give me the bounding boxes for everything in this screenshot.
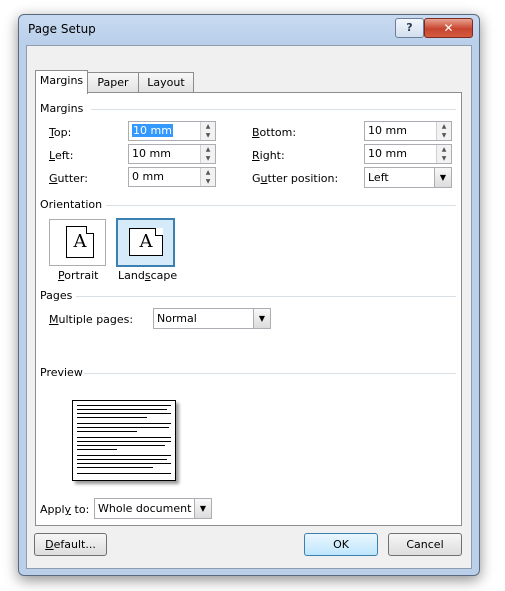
multiple-pages-value: Normal	[157, 312, 197, 325]
top-label: Top:	[49, 126, 72, 139]
help-button[interactable]: ?	[395, 18, 424, 38]
multiple-pages-label: Multiple pages:	[49, 313, 134, 326]
preview-group-title: Preview	[40, 366, 83, 379]
tab-layout[interactable]: Layout	[138, 72, 194, 93]
portrait-option[interactable]: A	[49, 219, 106, 266]
close-icon: ✕	[443, 21, 454, 35]
page-preview	[72, 400, 176, 481]
ok-button[interactable]: OK	[304, 533, 378, 556]
portrait-label: Portrait	[58, 269, 99, 282]
apply-to-select[interactable]: Whole document ▼	[94, 498, 212, 519]
close-button[interactable]: ✕	[424, 18, 473, 38]
preview-group-divider	[84, 373, 456, 374]
tab-margins[interactable]: Margins	[35, 70, 88, 94]
dialog-client: Margins Paper Layout Margins Top: 10 mm …	[26, 45, 472, 569]
left-label: Left:	[49, 149, 74, 162]
pages-group-title: Pages	[40, 289, 73, 302]
spin-down-icon[interactable]: ▼	[437, 131, 451, 140]
margins-group-title: Margins	[40, 102, 84, 115]
spin-up-icon[interactable]: ▲	[437, 145, 451, 154]
chevron-down-icon[interactable]: ▼	[253, 309, 270, 328]
pages-group-divider	[76, 296, 456, 297]
right-margin-spinner[interactable]: 10 mm ▲ ▼	[364, 144, 452, 164]
chevron-down-icon[interactable]: ▼	[194, 499, 211, 518]
apply-to-label: Apply to:	[40, 503, 90, 516]
landscape-option[interactable]: A	[116, 218, 175, 267]
landscape-page-icon: A	[129, 228, 163, 256]
bottom-margin-spinner[interactable]: 10 mm ▲ ▼	[364, 121, 452, 141]
default-button[interactable]: Default...	[34, 533, 107, 556]
right-margin-value: 10 mm	[368, 147, 407, 160]
gutter-position-select[interactable]: Left ▼	[364, 167, 452, 188]
page-setup-dialog: Page Setup ? ✕ Margins Paper Layout Marg…	[18, 14, 480, 576]
spin-down-icon[interactable]: ▼	[201, 177, 215, 186]
gutter-position-label: Gutter position:	[252, 172, 339, 185]
spin-down-icon[interactable]: ▼	[201, 131, 215, 140]
landscape-label: Landscape	[118, 269, 178, 282]
left-margin-spinner[interactable]: 10 mm ▲ ▼	[128, 144, 216, 164]
chevron-down-icon[interactable]: ▼	[434, 168, 451, 187]
top-margin-spinner[interactable]: 10 mm ▲ ▼	[128, 121, 216, 141]
help-icon: ?	[406, 21, 413, 34]
margins-group-divider	[91, 109, 456, 110]
cancel-button[interactable]: Cancel	[388, 533, 462, 556]
orientation-group-title: Orientation	[40, 198, 103, 211]
dialog-title: Page Setup	[28, 22, 96, 36]
top-margin-value: 10 mm	[132, 124, 173, 137]
gutter-spinner[interactable]: 0 mm ▲ ▼	[128, 167, 216, 187]
left-margin-value: 10 mm	[132, 147, 171, 160]
bottom-margin-value: 10 mm	[368, 124, 407, 137]
orientation-group-divider	[106, 205, 456, 206]
tab-paper[interactable]: Paper	[86, 72, 140, 93]
spin-up-icon[interactable]: ▲	[201, 122, 215, 131]
portrait-page-icon: A	[66, 226, 94, 258]
spin-down-icon[interactable]: ▼	[437, 154, 451, 163]
spin-up-icon[interactable]: ▲	[201, 145, 215, 154]
apply-to-value: Whole document	[98, 502, 192, 515]
gutter-position-value: Left	[368, 171, 389, 184]
gutter-label: Gutter:	[49, 172, 88, 185]
right-label: Right:	[252, 149, 285, 162]
spin-up-icon[interactable]: ▲	[201, 168, 215, 177]
margins-tab-panel: Margins Top: 10 mm ▲ ▼ Bottom: 10 mm ▲ ▼ L…	[35, 92, 462, 526]
spin-up-icon[interactable]: ▲	[437, 122, 451, 131]
gutter-value: 0 mm	[132, 170, 164, 183]
multiple-pages-select[interactable]: Normal ▼	[153, 308, 271, 329]
bottom-label: Bottom:	[252, 126, 297, 139]
title-bar: Page Setup ? ✕	[19, 15, 479, 45]
spin-down-icon[interactable]: ▼	[201, 154, 215, 163]
